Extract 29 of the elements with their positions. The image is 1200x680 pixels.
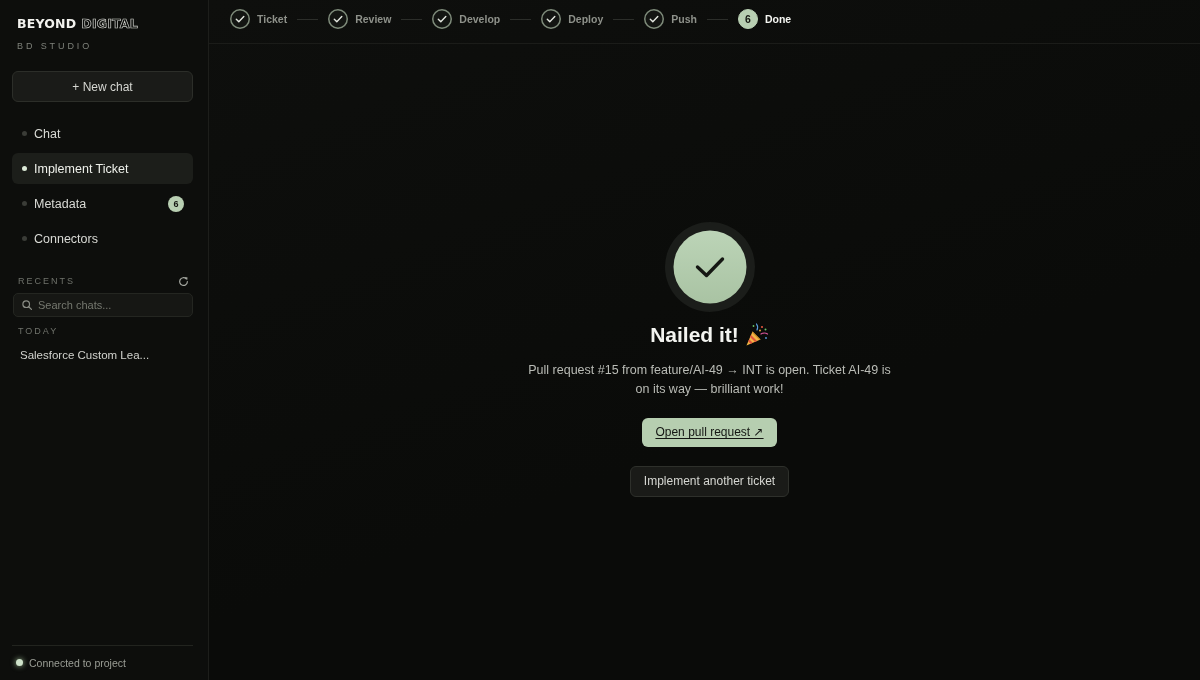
logo-outline-text: DIGITAL — [81, 16, 138, 32]
nav-item[interactable]: Connectors — [12, 223, 193, 254]
section-label: RECENTS — [18, 275, 75, 287]
connection-status: Connected to project — [29, 656, 126, 669]
step-label: Develop — [459, 13, 501, 25]
refresh-icon[interactable] — [178, 275, 189, 287]
step-label: Ticket — [257, 13, 288, 25]
step-number: 6 — [737, 9, 758, 29]
search-field[interactable]: Search chats... — [13, 293, 193, 317]
search-icon — [22, 300, 32, 310]
recent-chat-item[interactable]: Salesforce Custom Lea... — [20, 347, 150, 363]
implement-another-ticket-button[interactable]: Implement another ticket — [629, 465, 790, 497]
nav-item[interactable]: Chat — [12, 118, 193, 149]
success-title: Nailed it! — [650, 321, 739, 348]
new-chat-button[interactable]: + New chat — [12, 71, 193, 102]
group-label: TODAY — [18, 325, 59, 337]
step-label: Deploy — [568, 13, 604, 25]
open-pull-request-button[interactable]: Open pull request ↗ — [642, 417, 777, 447]
check-circle-icon — [664, 221, 755, 312]
success-message: Pull request #15 from feature/AI-49 → INT is open. Ticket AI-49 is on its way — brilliant work! — [527, 361, 892, 398]
count-badge: 6 — [168, 195, 184, 212]
logo-wordmark: BEYOND — [17, 16, 77, 32]
nav-item[interactable]: Implement Ticket — [12, 153, 193, 184]
party-popper-icon — [744, 322, 769, 347]
logo-subtitle: BD STUDIO — [17, 40, 93, 52]
step-label: Push — [671, 13, 697, 25]
nav-item[interactable]: Metadata 6 — [12, 188, 193, 219]
step-label: Review — [355, 13, 392, 25]
step-label: Done — [764, 13, 792, 25]
